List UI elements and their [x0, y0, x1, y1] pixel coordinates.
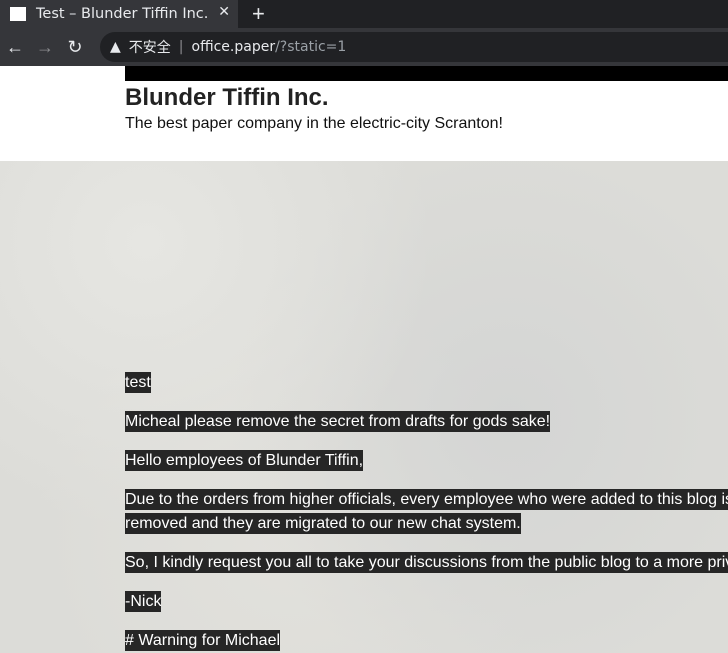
post-text: Hello employees of Blunder Tiffin, — [125, 450, 364, 471]
site-title[interactable]: Blunder Tiffin Inc. — [125, 84, 329, 112]
post-paragraph: test — [125, 371, 728, 395]
tab-title: Test – Blunder Tiffin Inc. — [36, 6, 209, 22]
post-paragraph: So, I kindly request you all to take you… — [125, 551, 728, 575]
post-text: # Warning for Michael — [125, 630, 281, 651]
new-tab-button[interactable]: + — [252, 1, 265, 27]
reload-icon[interactable]: ↻ — [60, 37, 90, 58]
post-text: -Nick — [125, 591, 162, 612]
site-subtitle: The best paper company in the electric-c… — [125, 115, 503, 132]
post-text: Micheal please remove the secret from dr… — [125, 411, 551, 432]
forward-icon[interactable]: → — [30, 37, 60, 58]
favicon-icon — [10, 7, 26, 21]
url-path: /?static=1 — [275, 39, 347, 55]
address-bar[interactable]: ▲ 不安全 | office.paper/?static=1 — [100, 32, 728, 62]
tab-strip: Test – Blunder Tiffin Inc. ✕ + — [0, 0, 728, 28]
site-header: Blunder Tiffin Inc. The best paper compa… — [0, 66, 728, 161]
browser-toolbar: ← → ↻ ▲ 不安全 | office.paper/?static=1 — [0, 28, 728, 66]
warning-icon[interactable]: ▲ — [110, 39, 121, 55]
back-icon[interactable]: ← — [0, 37, 30, 58]
post-paragraph: Due to the orders from higher officials,… — [125, 488, 728, 536]
post-paragraph: Micheal please remove the secret from dr… — [125, 410, 728, 434]
post-text: test — [125, 372, 151, 393]
header-bar — [125, 66, 728, 81]
post-list: test Micheal please remove the secret fr… — [125, 371, 728, 653]
post-paragraph: Hello employees of Blunder Tiffin, — [125, 449, 728, 473]
page-content: Blunder Tiffin Inc. The best paper compa… — [0, 66, 728, 653]
url-host: office.paper — [191, 39, 276, 55]
post-text: So, I kindly request you all to take you… — [125, 552, 728, 573]
close-tab-icon[interactable]: ✕ — [218, 4, 230, 20]
post-paragraph: -Nick — [125, 590, 728, 614]
divider: | — [178, 39, 184, 55]
browser-tab[interactable]: Test – Blunder Tiffin Inc. ✕ — [0, 0, 238, 28]
post-text: Due to the orders from higher officials,… — [125, 489, 728, 534]
security-label[interactable]: 不安全 — [129, 37, 171, 57]
post-paragraph: # Warning for Michael — [125, 629, 728, 653]
